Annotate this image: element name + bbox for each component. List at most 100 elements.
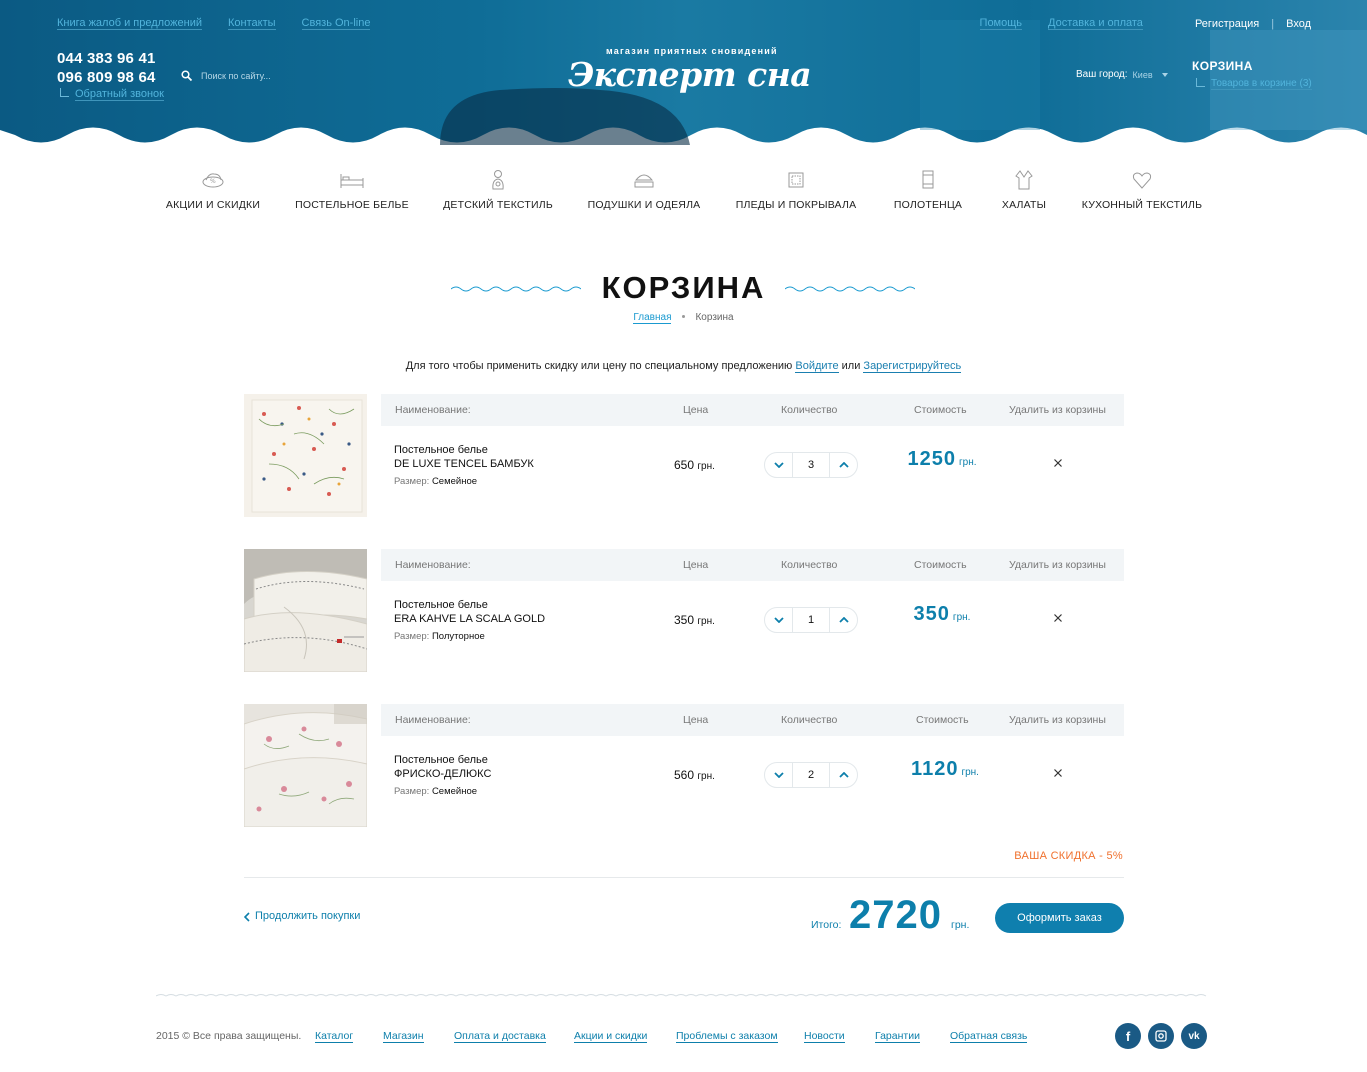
login-link[interactable]: Вход bbox=[1286, 18, 1311, 30]
city-value: Киев bbox=[1132, 69, 1153, 80]
product-cost: 1120 грн. bbox=[875, 758, 1015, 781]
baby-icon bbox=[489, 168, 507, 192]
city-selector[interactable]: Ваш город: Киев bbox=[1076, 69, 1168, 80]
product-name[interactable]: Постельное белье DE LUXE TENCEL БАМБУК bbox=[394, 443, 534, 471]
product-price: 560 грн. bbox=[674, 768, 715, 782]
product-cost: 350 грн. bbox=[872, 603, 1012, 626]
vk-glyph: vk bbox=[1188, 1030, 1200, 1042]
phone-numbers: 044 383 96 41 096 809 98 64 bbox=[57, 49, 156, 87]
quantity-input[interactable] bbox=[793, 763, 829, 787]
complaints-link[interactable]: Книга жалоб и предложений bbox=[57, 17, 203, 30]
instagram-icon[interactable] bbox=[1148, 1023, 1174, 1049]
remove-item-icon[interactable] bbox=[1051, 456, 1065, 470]
product-image[interactable] bbox=[244, 394, 367, 517]
continue-shopping-link[interactable]: Продолжить покупки bbox=[244, 910, 360, 923]
phone-1[interactable]: 044 383 96 41 bbox=[57, 49, 156, 68]
table-header: Наименование: Цена Количество Стоимость … bbox=[381, 704, 1124, 736]
footer-link-news[interactable]: Новости bbox=[804, 1030, 845, 1043]
product-name[interactable]: Постельное белье ФРИСКО-ДЕЛЮКС bbox=[394, 753, 491, 781]
column-price: Цена bbox=[683, 714, 709, 726]
kitchen-icon bbox=[1131, 168, 1153, 192]
price-currency: грн. bbox=[697, 461, 715, 472]
breadcrumb-home[interactable]: Главная bbox=[633, 312, 672, 324]
remove-item-icon[interactable] bbox=[1051, 611, 1065, 625]
facebook-icon[interactable]: f bbox=[1115, 1023, 1141, 1049]
size-label: Размер: bbox=[394, 631, 430, 642]
chevron-down-icon bbox=[773, 772, 784, 778]
table-header: Наименование: Цена Количество Стоимость … bbox=[381, 394, 1124, 426]
size-value: Семейное bbox=[431, 476, 478, 487]
register-link[interactable]: Регистрация bbox=[1195, 18, 1259, 30]
nav-item-towels[interactable]: ПОЛОТЕНЦА bbox=[894, 168, 962, 211]
product-size: Размер: Семейное bbox=[394, 786, 477, 797]
column-cost: Стоимость bbox=[914, 559, 967, 571]
logo[interactable]: магазин приятных сновидений Эксперт сна bbox=[566, 45, 812, 100]
login-notice: Для того чтобы применить скидку или цену… bbox=[0, 360, 1367, 373]
logo-name: Эксперт сна bbox=[568, 55, 812, 94]
quantity-increase-button[interactable] bbox=[829, 608, 857, 632]
footer-link-problems[interactable]: Проблемы с заказом bbox=[676, 1030, 778, 1043]
quantity-decrease-button[interactable] bbox=[765, 763, 793, 787]
product-category: Постельное белье bbox=[394, 444, 488, 456]
quantity-increase-button[interactable] bbox=[829, 763, 857, 787]
nav-label: ПОДУШКИ И ОДЕЯЛА bbox=[587, 199, 701, 211]
product-price: 650 грн. bbox=[674, 458, 715, 472]
quantity-decrease-button[interactable] bbox=[765, 453, 793, 477]
header-cart-count[interactable]: Товаров в корзине (3) bbox=[1196, 78, 1312, 90]
nav-item-kitchen[interactable]: КУХОННЫЙ ТЕКСТИЛЬ bbox=[1082, 168, 1202, 211]
column-name: Наименование: bbox=[395, 559, 471, 571]
nav-item-pillows[interactable]: ПОДУШКИ И ОДЕЯЛА bbox=[588, 168, 700, 211]
column-quantity: Количество bbox=[781, 714, 838, 726]
blanket-icon bbox=[786, 168, 806, 192]
checkout-button[interactable]: Оформить заказ bbox=[995, 903, 1124, 933]
footer-link-payment[interactable]: Оплата и доставка bbox=[454, 1030, 546, 1043]
footer-link-guarantees[interactable]: Гарантии bbox=[875, 1030, 920, 1043]
product-image[interactable] bbox=[244, 549, 367, 672]
footer-link-promotions[interactable]: Акции и скидки bbox=[574, 1030, 648, 1043]
product-image[interactable] bbox=[244, 704, 367, 827]
footer-link-shop[interactable]: Магазин bbox=[383, 1030, 424, 1043]
search-input[interactable] bbox=[201, 71, 321, 81]
online-chat-link[interactable]: Связь On-line bbox=[301, 17, 371, 30]
nav-label: ХАЛАТЫ bbox=[1001, 199, 1047, 211]
size-label: Размер: bbox=[394, 786, 430, 797]
size-label: Размер: bbox=[394, 476, 430, 487]
quantity-input[interactable] bbox=[793, 453, 829, 477]
contacts-link[interactable]: Контакты bbox=[228, 17, 276, 30]
svg-text:%: % bbox=[210, 178, 216, 185]
nav-item-discounts[interactable]: % АКЦИИ И СКИДКИ bbox=[166, 168, 260, 211]
column-cost: Стоимость bbox=[916, 714, 969, 726]
chevron-down-icon bbox=[1161, 72, 1168, 77]
delivery-link[interactable]: Доставка и оплата bbox=[1048, 17, 1143, 30]
notice-or: или bbox=[841, 360, 861, 372]
quantity-decrease-button[interactable] bbox=[765, 608, 793, 632]
header-cart[interactable]: КОРЗИНА Товаров в корзине (3) bbox=[1192, 59, 1312, 90]
corner-icon bbox=[1196, 78, 1205, 87]
callback-link[interactable]: Обратный звонок bbox=[60, 88, 164, 101]
cost-currency: грн. bbox=[952, 612, 971, 623]
vk-icon[interactable]: vk bbox=[1181, 1023, 1207, 1049]
footer-link-catalog[interactable]: Каталог bbox=[315, 1030, 354, 1043]
footer-link-feedback[interactable]: Обратная связь bbox=[950, 1030, 1028, 1043]
chevron-up-icon bbox=[838, 462, 849, 468]
nav-item-plaids[interactable]: ПЛЕДЫ И ПОКРЫВАЛА bbox=[736, 168, 856, 211]
top-links-left: Книга жалоб и предложений Контакты Связь… bbox=[57, 17, 371, 30]
remove-item-icon[interactable] bbox=[1051, 766, 1065, 780]
column-cost: Стоимость bbox=[914, 404, 967, 416]
help-link[interactable]: Помощь bbox=[979, 17, 1023, 30]
quantity-stepper bbox=[764, 762, 858, 788]
quantity-input[interactable] bbox=[793, 608, 829, 632]
price-currency: грн. bbox=[697, 771, 715, 782]
notice-login-link[interactable]: Войдите bbox=[795, 360, 839, 373]
search-icon[interactable] bbox=[181, 70, 193, 82]
nav-item-bedding[interactable]: ПОСТЕЛЬНОЕ БЕЛЬЕ bbox=[295, 168, 409, 211]
notice-register-link[interactable]: Зарегистрируйтесь bbox=[863, 360, 962, 373]
product-name[interactable]: Постельное белье ERA KAHVE LA SCALA GOLD bbox=[394, 598, 545, 626]
cart-item: Наименование: Цена Количество Стоимость … bbox=[244, 549, 1124, 672]
cost-value: 1120 bbox=[911, 758, 959, 780]
nav-item-kids[interactable]: ДЕТСКИЙ ТЕКСТИЛЬ bbox=[443, 168, 553, 211]
phone-2[interactable]: 096 809 98 64 bbox=[57, 68, 156, 87]
total-currency: грн. bbox=[951, 919, 970, 931]
nav-item-robes[interactable]: ХАЛАТЫ bbox=[1001, 168, 1047, 211]
quantity-increase-button[interactable] bbox=[829, 453, 857, 477]
